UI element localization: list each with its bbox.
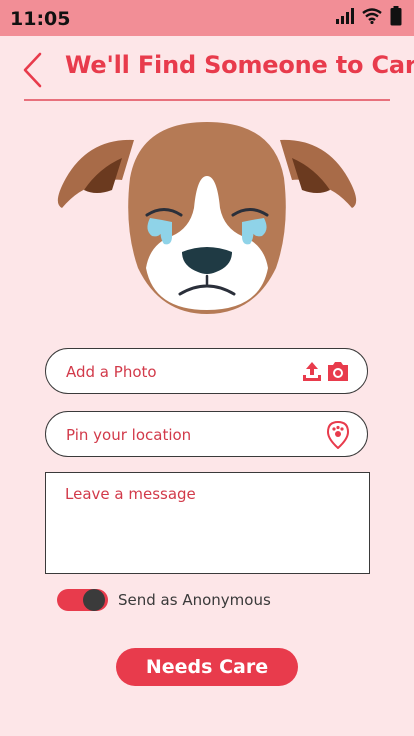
needs-care-button[interactable]: Needs Care xyxy=(116,648,298,686)
header: We'll Find Someone to Care xyxy=(0,36,414,102)
photo-field xyxy=(45,348,368,395)
toggle-knob xyxy=(83,589,105,611)
anonymous-toggle[interactable] xyxy=(57,589,108,611)
status-bar: 11:05 xyxy=(0,0,414,36)
anonymous-label: Send as Anonymous xyxy=(118,591,271,609)
location-input[interactable] xyxy=(64,412,288,458)
wifi-icon xyxy=(362,8,382,24)
header-divider xyxy=(24,99,390,101)
message-input[interactable] xyxy=(46,473,369,573)
crying-dog-illustration xyxy=(57,122,357,314)
photo-input[interactable] xyxy=(64,349,288,395)
status-icons xyxy=(336,6,402,26)
location-pin-icon[interactable] xyxy=(326,421,350,449)
page-title: We'll Find Someone to Care xyxy=(65,51,414,79)
signal-icon xyxy=(336,8,354,24)
status-time: 11:05 xyxy=(10,8,71,30)
back-button[interactable] xyxy=(20,51,46,89)
upload-icon[interactable] xyxy=(300,360,324,384)
battery-icon xyxy=(390,6,402,26)
location-field xyxy=(45,411,368,458)
camera-icon[interactable] xyxy=(326,360,350,384)
message-box xyxy=(45,472,370,574)
